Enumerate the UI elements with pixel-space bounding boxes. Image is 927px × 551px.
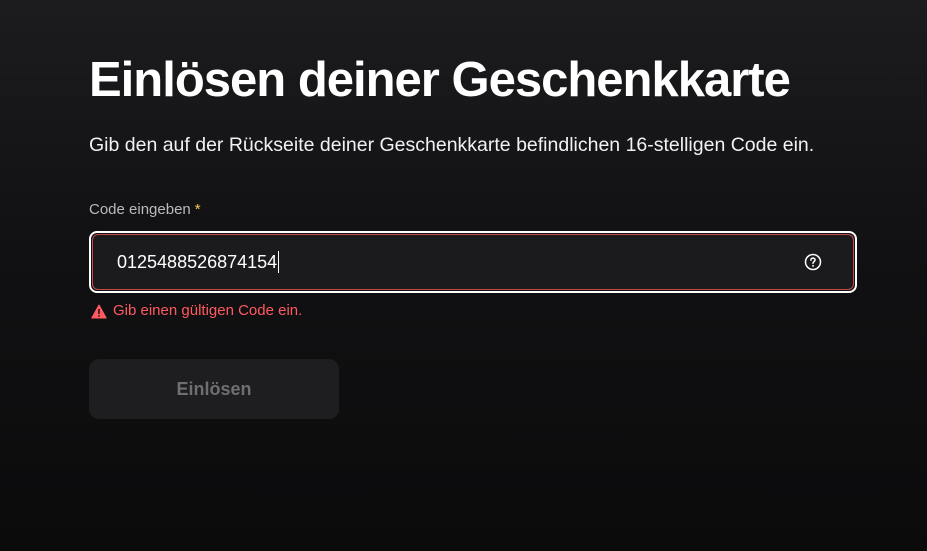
code-input-wrapper[interactable]: 0125488526874154 <box>92 234 854 290</box>
redeem-button[interactable]: Einlösen <box>89 359 339 419</box>
text-caret <box>278 251 280 273</box>
warning-triangle-icon <box>91 304 107 318</box>
help-button[interactable] <box>793 242 833 282</box>
help-circle-icon <box>804 253 822 271</box>
error-message: Gib einen gültigen Code ein. <box>89 302 859 320</box>
code-input-focus-ring: 0125488526874154 <box>89 231 857 293</box>
code-field-label-text: Code eingeben <box>89 201 191 218</box>
code-field-label: Code eingeben * <box>89 201 859 219</box>
page-title: Einlösen deiner Geschenkkarte <box>89 53 791 107</box>
required-marker: * <box>194 201 201 218</box>
error-text: Gib einen gültigen Code ein. <box>113 302 303 319</box>
code-input[interactable]: 0125488526874154 <box>117 252 277 273</box>
page-description: Gib den auf der Rückseite deiner Geschen… <box>89 134 815 156</box>
redeem-gift-card-panel: Einlösen deiner Geschenkkarte Gib den au… <box>89 50 859 419</box>
